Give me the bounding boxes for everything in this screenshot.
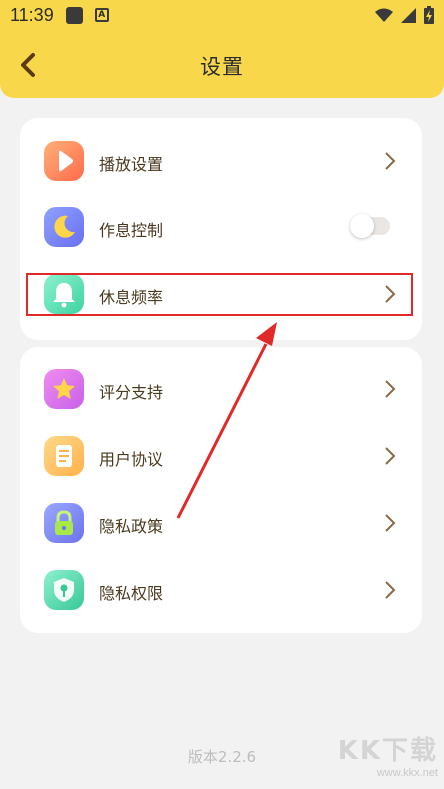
lock-icon — [44, 503, 84, 543]
settings-card-secondary: 评分支持 用户协议 隐私政策 隐私权限 — [20, 347, 422, 633]
status-bar: 11:39 A — [0, 0, 444, 30]
settings-item-label: 用户协议 — [99, 450, 164, 469]
settings-item-rating[interactable]: 评分支持 — [20, 363, 422, 419]
document-icon — [44, 436, 84, 476]
watermark: KK下载 www.kkx.net — [338, 730, 438, 779]
page-title: 设置 — [200, 55, 244, 79]
nav-bar: 设置 — [0, 38, 444, 94]
watermark-url: www.kkx.net — [376, 767, 438, 779]
signal-icon — [401, 7, 416, 23]
star-icon — [44, 369, 84, 409]
settings-item-label: 隐私权限 — [99, 584, 164, 603]
chevron-right-icon — [385, 152, 396, 170]
chevron-right-icon — [385, 514, 396, 532]
settings-item-playback[interactable]: 播放设置 — [20, 135, 422, 191]
settings-item-schedule[interactable]: 作息控制 — [20, 201, 422, 257]
moon-icon — [44, 207, 84, 247]
notification-square-icon — [65, 6, 83, 24]
wifi-icon — [375, 8, 393, 22]
status-time: 11:39 — [10, 4, 54, 25]
toggle-knob — [350, 214, 374, 238]
chevron-left-icon[interactable] — [14, 48, 44, 82]
a-badge-icon: A — [94, 8, 109, 22]
shield-key-icon — [44, 570, 84, 610]
battery-charging-icon — [424, 6, 434, 24]
header-bar: 11:39 A 设置 — [0, 0, 444, 98]
chevron-right-icon — [385, 380, 396, 398]
chevron-right-icon — [385, 447, 396, 465]
schedule-toggle[interactable] — [350, 214, 390, 238]
highlight-box — [26, 273, 413, 316]
settings-item-label: 评分支持 — [99, 383, 164, 402]
settings-item-label: 作息控制 — [99, 221, 164, 240]
settings-item-label: 播放设置 — [99, 155, 164, 174]
settings-item-user-agreement[interactable]: 用户协议 — [20, 430, 422, 486]
settings-item-privacy-permissions[interactable]: 隐私权限 — [20, 564, 422, 620]
settings-item-label: 隐私政策 — [99, 517, 164, 536]
settings-item-privacy-policy[interactable]: 隐私政策 — [20, 497, 422, 553]
watermark-brand: KK下载 — [337, 736, 438, 766]
play-icon — [44, 141, 84, 181]
chevron-right-icon — [385, 581, 396, 599]
